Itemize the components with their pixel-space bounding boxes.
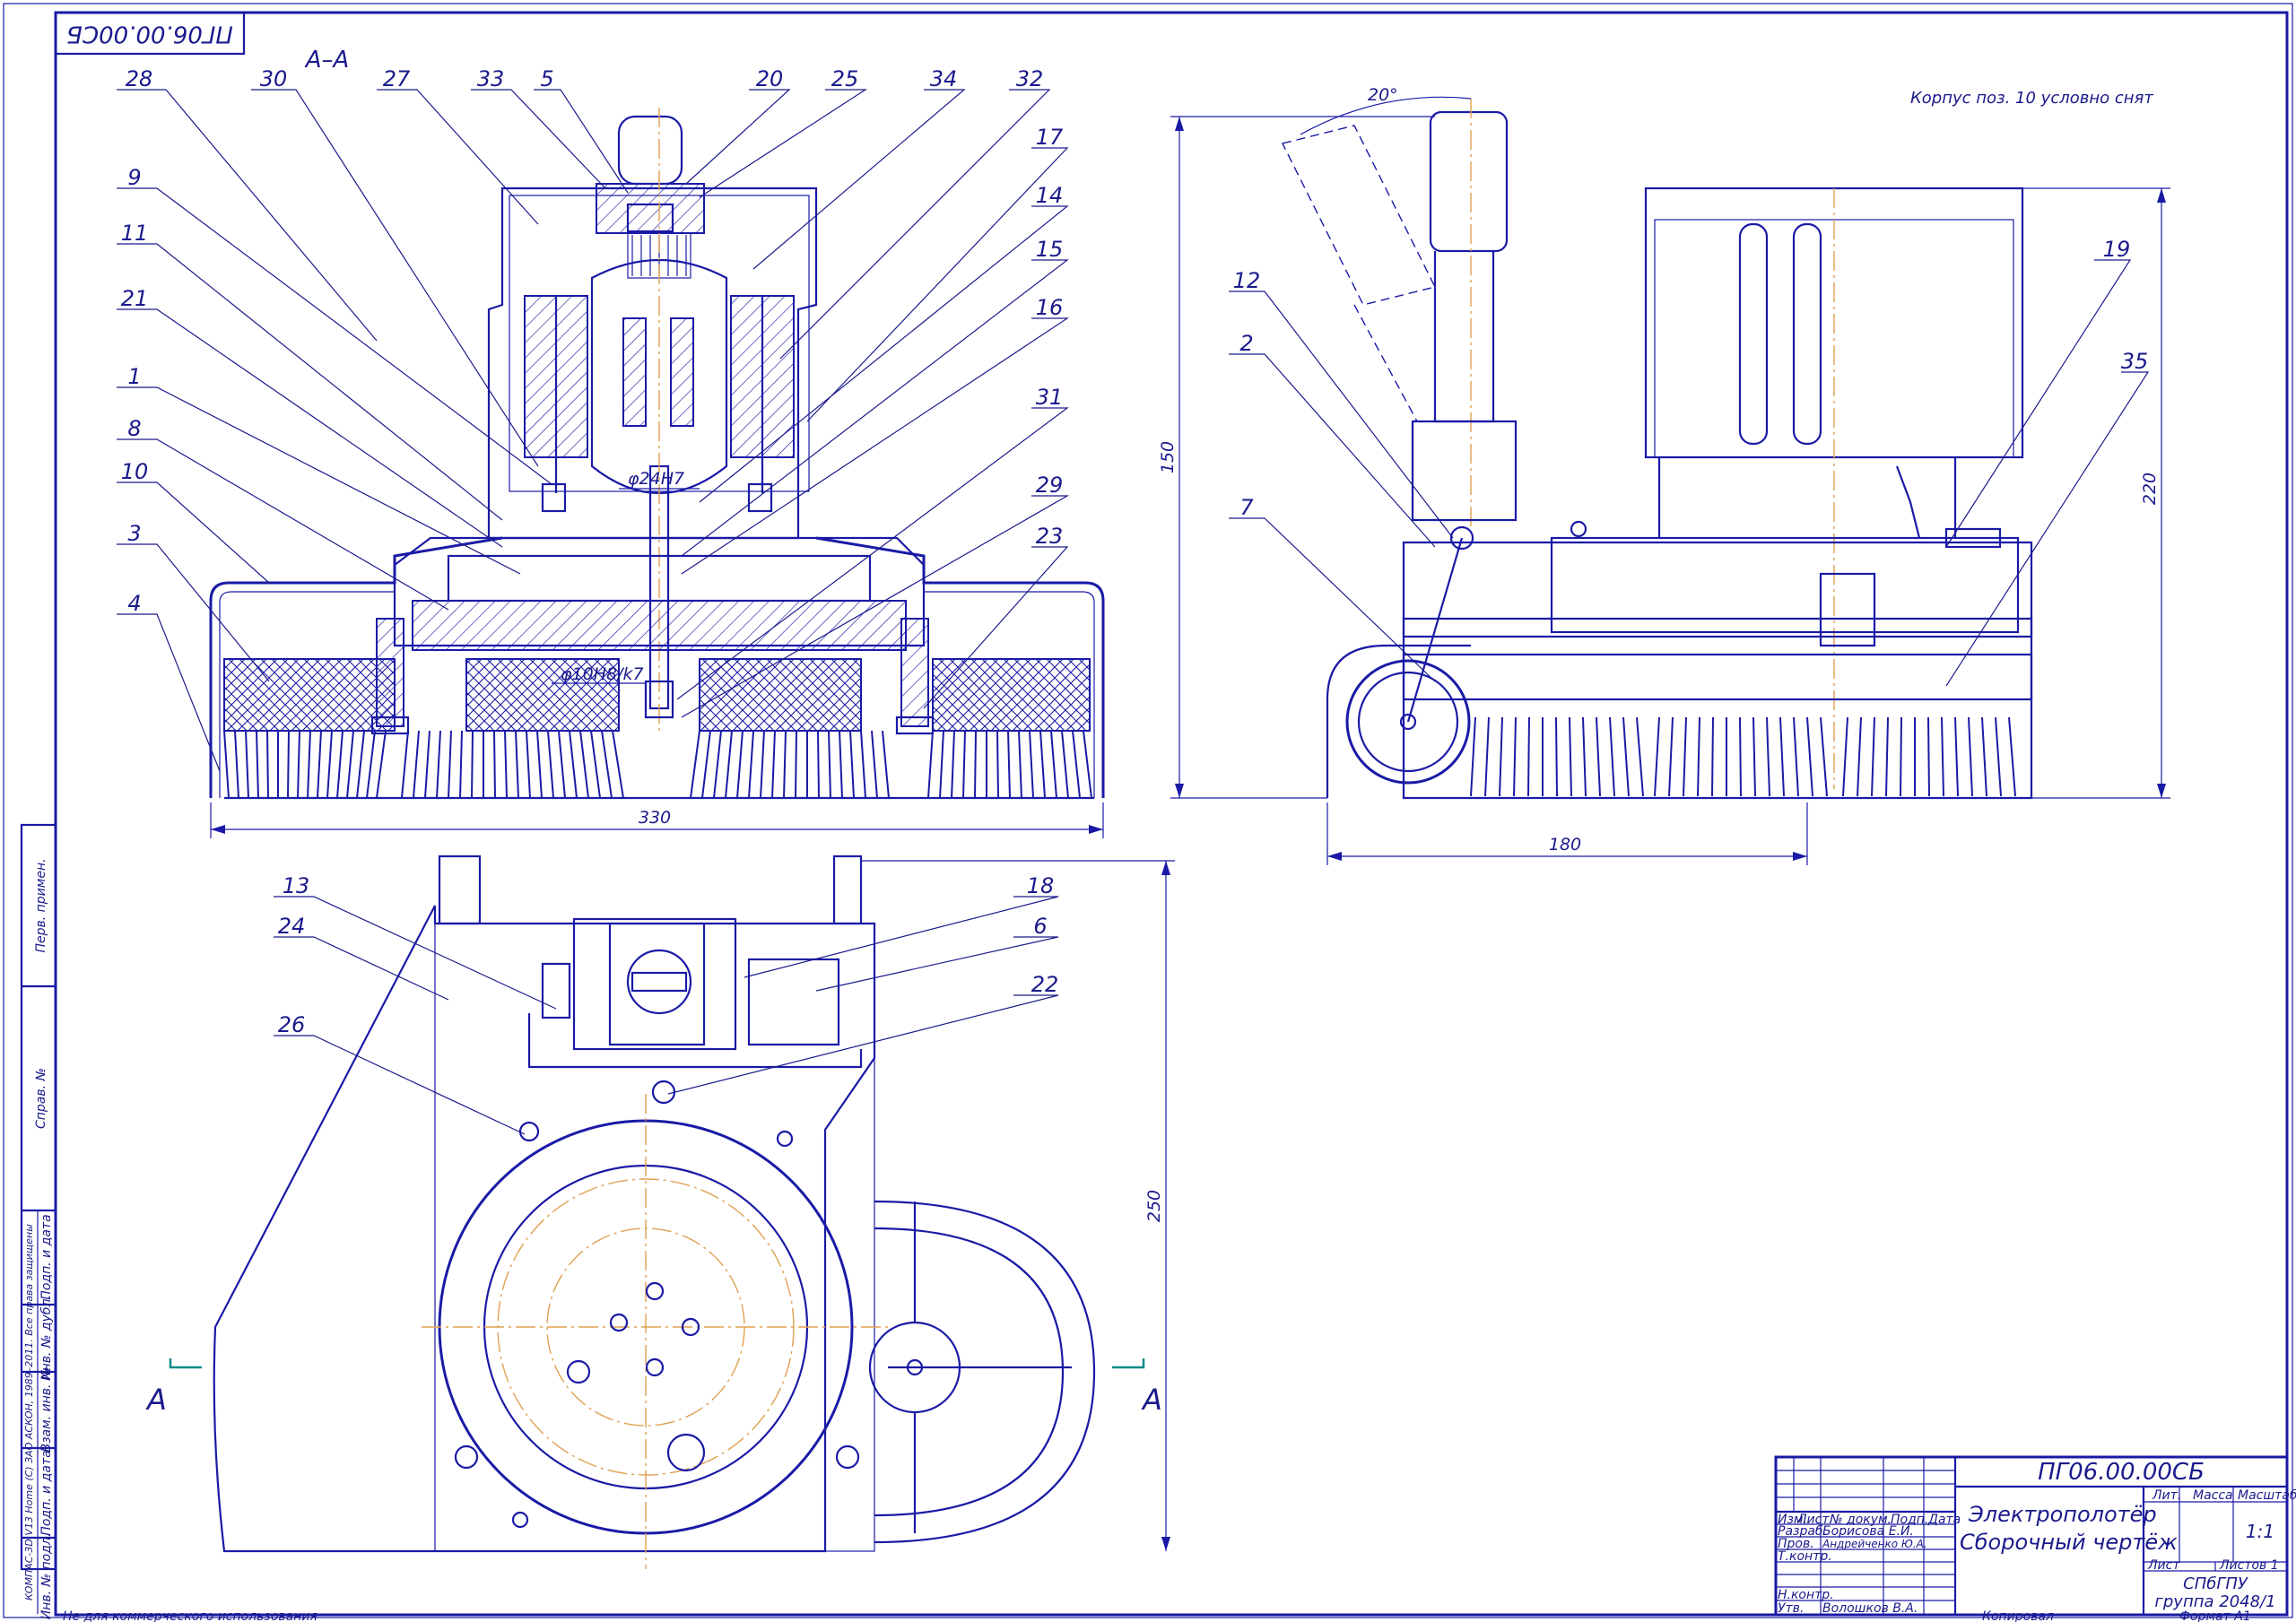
pos-17: 17 <box>1036 125 1064 150</box>
brush-block-right <box>932 658 1091 732</box>
pos-23: 23 <box>1036 524 1064 549</box>
pos-26: 26 <box>278 1012 306 1037</box>
dim-330: 330 <box>639 808 671 828</box>
brush-block-left <box>223 658 396 732</box>
outer-border <box>3 3 2293 1618</box>
tb-scale-value: 1:1 <box>2246 1521 2274 1542</box>
wheel-guard <box>1326 644 1471 798</box>
pos-29: 29 <box>1036 473 1064 498</box>
pos-25: 25 <box>831 66 859 91</box>
pos-2: 2 <box>1239 331 1253 356</box>
pos-24: 24 <box>278 914 306 939</box>
plan-view: А А 250 13 24 26 18 6 22 <box>145 854 1175 1569</box>
side-stamp: Перв. примен. Справ. № Подп. и дата Инв.… <box>20 823 57 1620</box>
tb-name-checker: Андрейченко Ю.А. <box>1822 1538 1927 1550</box>
pos-27: 27 <box>383 66 411 91</box>
motor-cap <box>617 115 683 186</box>
pos-5: 5 <box>540 66 553 91</box>
pos-35: 35 <box>2121 349 2149 374</box>
pos-4: 4 <box>127 591 141 616</box>
stamp-cell-2: Справ. № <box>34 1068 48 1129</box>
pos-18: 18 <box>1027 873 1055 898</box>
tb-code: ПГ06.00.00СБ <box>2038 1459 2205 1486</box>
handle-grip <box>1429 110 1509 253</box>
tb-org-2: группа 2048/1 <box>2154 1592 2275 1611</box>
title-block: ПГ06.00.00СБ Электрополотёр Сборочный че… <box>1774 1455 2296 1617</box>
pos-11: 11 <box>121 221 149 246</box>
pos-30: 30 <box>260 66 288 91</box>
section-label: А–А <box>304 47 350 74</box>
stamp-cell-3: Подп. и дата <box>39 1214 54 1299</box>
pos-32: 32 <box>1016 66 1044 91</box>
code-top-text: ПГ06.00.00СБ <box>66 21 233 48</box>
pos-7: 7 <box>1239 495 1254 520</box>
stamp-cell-6: Подп. и дата <box>39 1450 54 1535</box>
section-view-aa: А–А φ24H7 φ10H8/k7 330 28 30 27 33 5 20 … <box>117 47 1105 838</box>
tb-role-5: Н.контр. <box>1778 1588 1834 1602</box>
tb-role-3: Т.контр. <box>1778 1549 1832 1564</box>
footer-copied: Копировал <box>1982 1609 2054 1622</box>
pos-9: 9 <box>127 165 141 190</box>
pos-34: 34 <box>930 66 958 91</box>
stamp-cell-1: Перв. примен. <box>34 858 48 952</box>
pos-8: 8 <box>127 416 141 441</box>
pos-10: 10 <box>121 459 149 484</box>
tb-mass-head: Масса <box>2193 1488 2233 1503</box>
pos-33: 33 <box>477 66 505 91</box>
tb-name-2: Сборочный чертёж <box>1960 1530 2178 1555</box>
tb-name-1: Электрополотёр <box>1968 1502 2157 1527</box>
brush-block-center-r <box>699 658 862 732</box>
belt-pulley <box>874 1200 1096 1544</box>
dim-220: 220 <box>2140 473 2160 505</box>
pos-14: 14 <box>1036 183 1064 208</box>
dim-fit-bearing: φ10H8/k7 <box>561 664 644 684</box>
plan-body <box>213 905 876 1553</box>
pos-19: 19 <box>2103 237 2131 262</box>
drawing-sheet: ПГ06.00.00СБ Перв. примен. Справ. № Подп… <box>3 3 2296 1622</box>
dim-angle-20: 20° <box>1368 85 1398 105</box>
stamp-cell-7: Инв. № подл. <box>39 1533 54 1620</box>
footer-noncommercial: Не для коммерческого использования <box>63 1609 317 1622</box>
dim-250: 250 <box>1144 1190 1164 1222</box>
pos-22: 22 <box>1031 972 1059 997</box>
pos-3: 3 <box>127 521 141 546</box>
dim-150: 150 <box>1158 441 1178 473</box>
bristles-side <box>1470 716 2016 797</box>
pos-28: 28 <box>126 66 153 91</box>
section-mark-right: А <box>1141 1383 1162 1417</box>
tb-name-approver: Волошков В.А. <box>1822 1601 1918 1616</box>
switch-block <box>572 917 737 1051</box>
pos-6: 6 <box>1033 914 1047 939</box>
pos-12: 12 <box>1233 268 1261 293</box>
stamp-cell-5: Взам. инв. № <box>39 1366 54 1452</box>
tb-sheets-label: Листов 1 <box>2219 1558 2279 1573</box>
tb-name-author: Борисова Е.И. <box>1822 1524 1914 1539</box>
handle-tilted <box>1281 125 1437 306</box>
pos-13: 13 <box>283 873 310 898</box>
section-mark-left: А <box>145 1383 167 1417</box>
pos-20: 20 <box>756 66 784 91</box>
pos-21: 21 <box>121 286 149 311</box>
dim-180: 180 <box>1549 835 1581 854</box>
stamp-vertical-note: КОМПАС-3D V13 Home (С) ЗАО АСКОН, 1989–2… <box>23 1224 35 1600</box>
bristles-section <box>223 730 1094 800</box>
base-body <box>1402 541 2033 800</box>
tb-org-1: СПбГПУ <box>2183 1574 2248 1593</box>
pos-16: 16 <box>1036 295 1064 320</box>
pos-31: 31 <box>1036 385 1064 410</box>
tb-scale-head: Масштаб <box>2238 1488 2296 1503</box>
footer-format: Формат А1 <box>2179 1609 2251 1622</box>
pos-15: 15 <box>1036 237 1064 262</box>
tb-lit-head: Лит. <box>2152 1488 2181 1503</box>
tb-sheet-label: Лист <box>2147 1558 2180 1573</box>
note-housing-removed: Корпус поз. 10 условно снят <box>1910 89 2153 108</box>
pos-1: 1 <box>127 364 141 389</box>
side-view: Корпус поз. 10 условно снят 20° 150 220 … <box>1158 85 2170 865</box>
tb-role-6: Утв. <box>1778 1601 1804 1616</box>
tb-col-date: Дата <box>1927 1513 1961 1527</box>
dim-fit-shaft: φ24H7 <box>628 469 684 489</box>
drawing-frame <box>54 11 2289 1617</box>
